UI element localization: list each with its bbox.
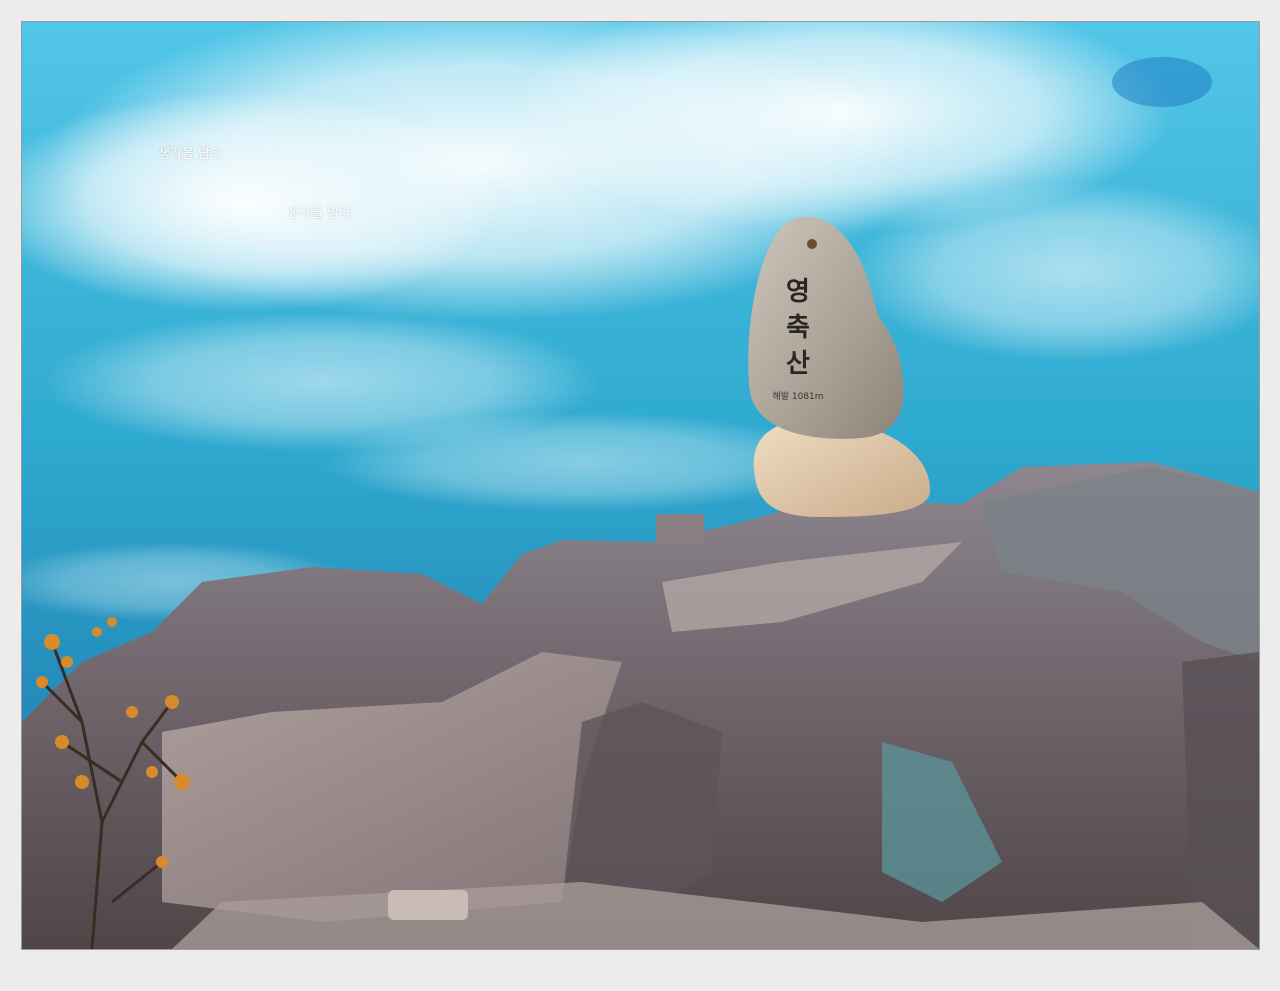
stone-elevation: 해발 1081m [772, 391, 823, 402]
watermark-2: 생각을 담다 [287, 206, 351, 221]
stone-char-1: 영 [786, 277, 810, 307]
stone-emblem-icon [807, 239, 817, 249]
stone-char-2: 축 [786, 313, 810, 343]
watermark-1: 생각을 담다 [158, 147, 222, 162]
photo-frame: 영 축 산 해발 1081m 생각을 담다 생각을 담다 [21, 21, 1260, 950]
stone-char-3: 산 [786, 349, 810, 379]
